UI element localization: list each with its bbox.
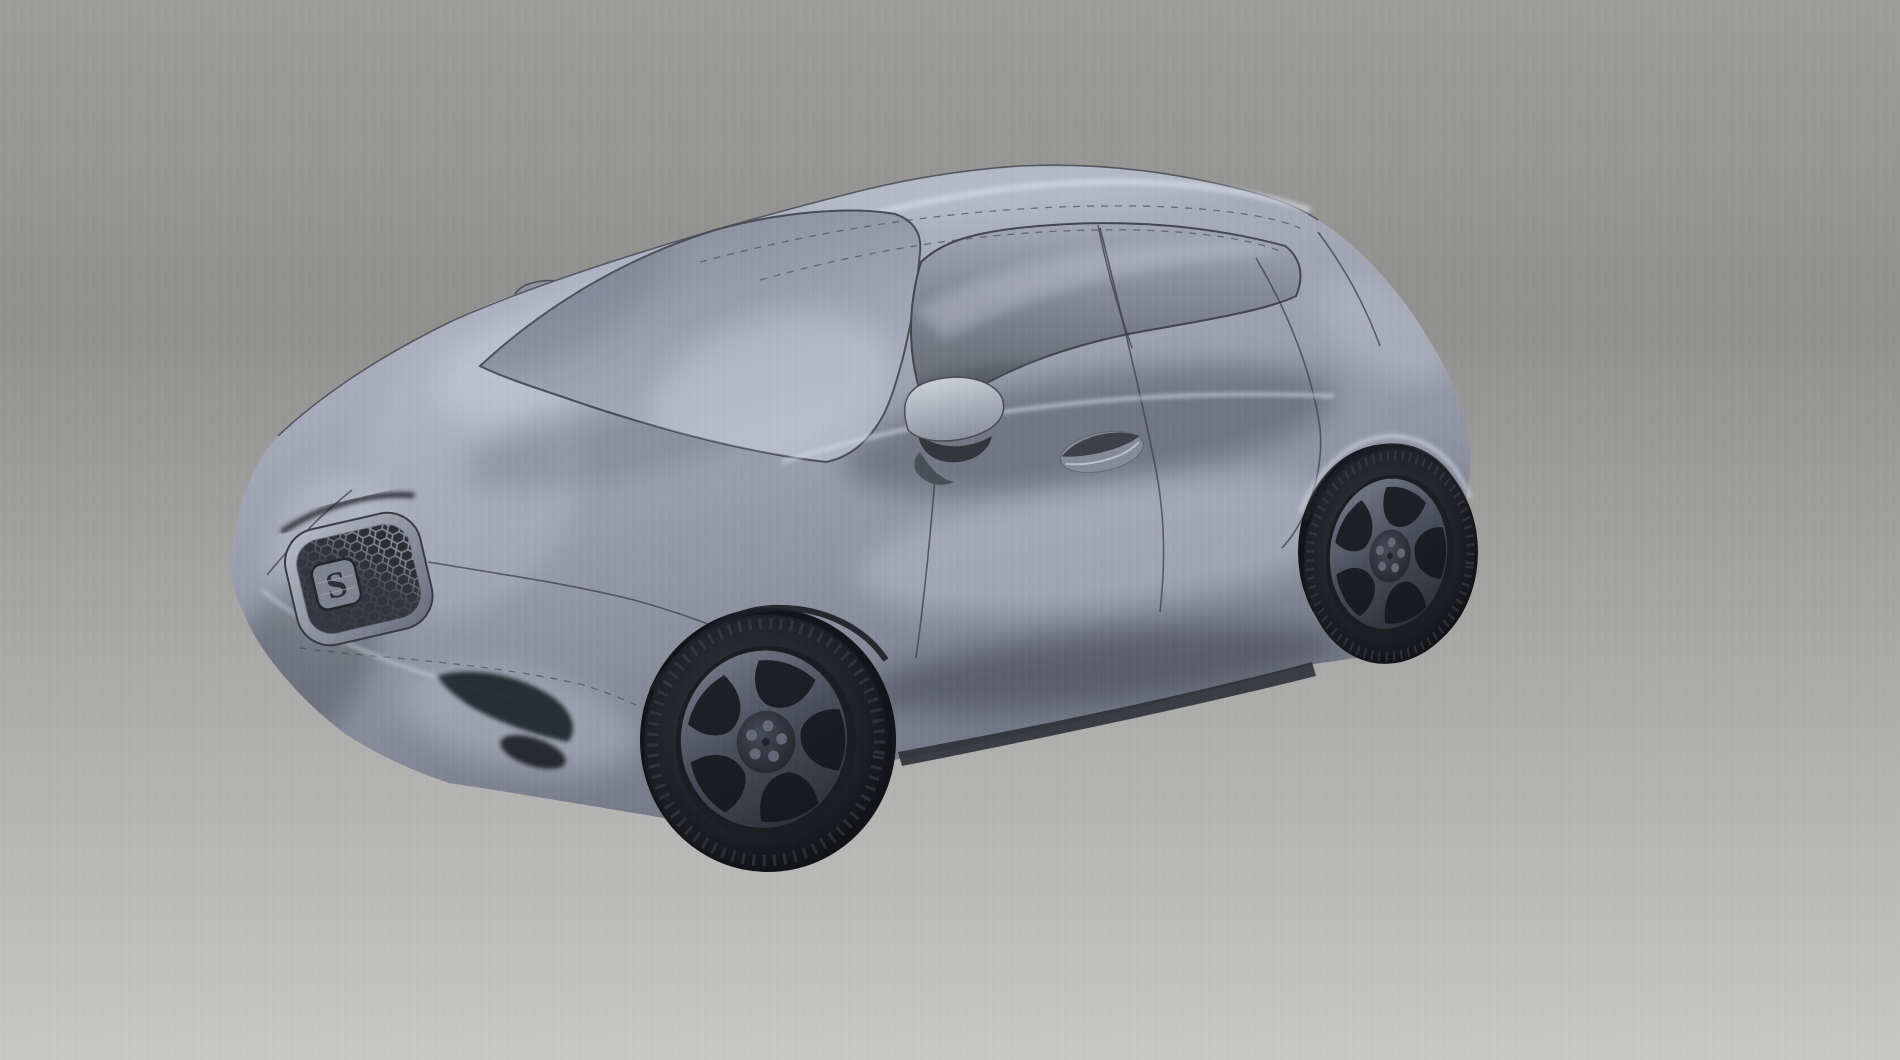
render-canvas[interactable]: S bbox=[0, 0, 1900, 1060]
brand-badge: S bbox=[310, 557, 363, 612]
cad-3d-viewport[interactable]: S bbox=[0, 0, 1900, 1060]
